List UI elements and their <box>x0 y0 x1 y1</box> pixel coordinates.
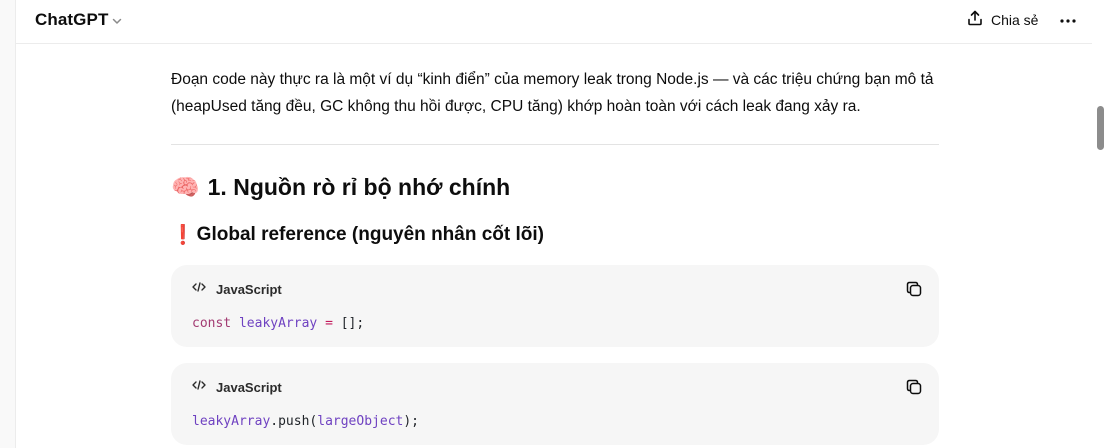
copy-code-button[interactable] <box>905 280 923 298</box>
model-name: ChatGPT <box>35 10 109 29</box>
code-icon <box>192 280 206 298</box>
code-line: leakyArray.push(largeObject); <box>192 414 419 429</box>
more-options-button[interactable] <box>1057 9 1079 31</box>
code-argument: largeObject <box>317 414 404 429</box>
code-method: .push( <box>270 414 318 429</box>
chevron-down-icon <box>111 15 123 27</box>
code-block-header: JavaScript <box>192 280 282 298</box>
message-paragraph: Đoạn code này thực ra là một ví dụ “kinh… <box>171 71 934 115</box>
code-block: JavaScript leakyArray.push(largeObject); <box>171 363 939 445</box>
more-horizontal-icon <box>1059 11 1077 29</box>
share-upload-icon <box>966 9 984 32</box>
model-selector-button[interactable]: ChatGPT <box>35 9 123 31</box>
brain-icon: 🧠 <box>171 174 200 200</box>
code-literal: []; <box>340 316 365 331</box>
code-operator: = <box>325 316 333 331</box>
section-subheading: ❗ Global reference (nguyên nhân cốt lõi) <box>171 223 544 247</box>
code-language: JavaScript <box>216 379 282 395</box>
exclamation-icon: ❗ <box>171 225 195 246</box>
scrollbar-track[interactable] <box>1092 0 1108 448</box>
code-icon <box>192 378 206 396</box>
scrollbar-thumb[interactable] <box>1097 106 1104 150</box>
top-bar: ChatGPT Chia sẻ <box>16 0 1092 44</box>
code-block: JavaScript const leakyArray = []; <box>171 265 939 347</box>
code-keyword: const <box>192 316 232 331</box>
code-line: const leakyArray = []; <box>192 316 364 331</box>
share-label: Chia sẻ <box>991 12 1039 28</box>
divider <box>171 144 939 145</box>
code-variable: leakyArray <box>238 316 318 331</box>
code-block-header: JavaScript <box>192 378 282 396</box>
section-subheading-text: Global reference (nguyên nhân cốt lõi) <box>196 224 544 245</box>
copy-icon <box>905 281 923 302</box>
code-literal: ); <box>403 414 419 429</box>
copy-code-button[interactable] <box>905 378 923 396</box>
section-heading: 🧠 1. Nguồn rò rỉ bộ nhớ chính <box>171 174 510 201</box>
copy-icon <box>905 379 923 400</box>
code-language: JavaScript <box>216 281 282 297</box>
share-button[interactable]: Chia sẻ <box>966 9 1038 31</box>
sidebar-edge <box>0 0 16 448</box>
code-variable: leakyArray <box>192 414 271 429</box>
section-heading-text: 1. Nguồn rò rỉ bộ nhớ chính <box>207 174 511 200</box>
